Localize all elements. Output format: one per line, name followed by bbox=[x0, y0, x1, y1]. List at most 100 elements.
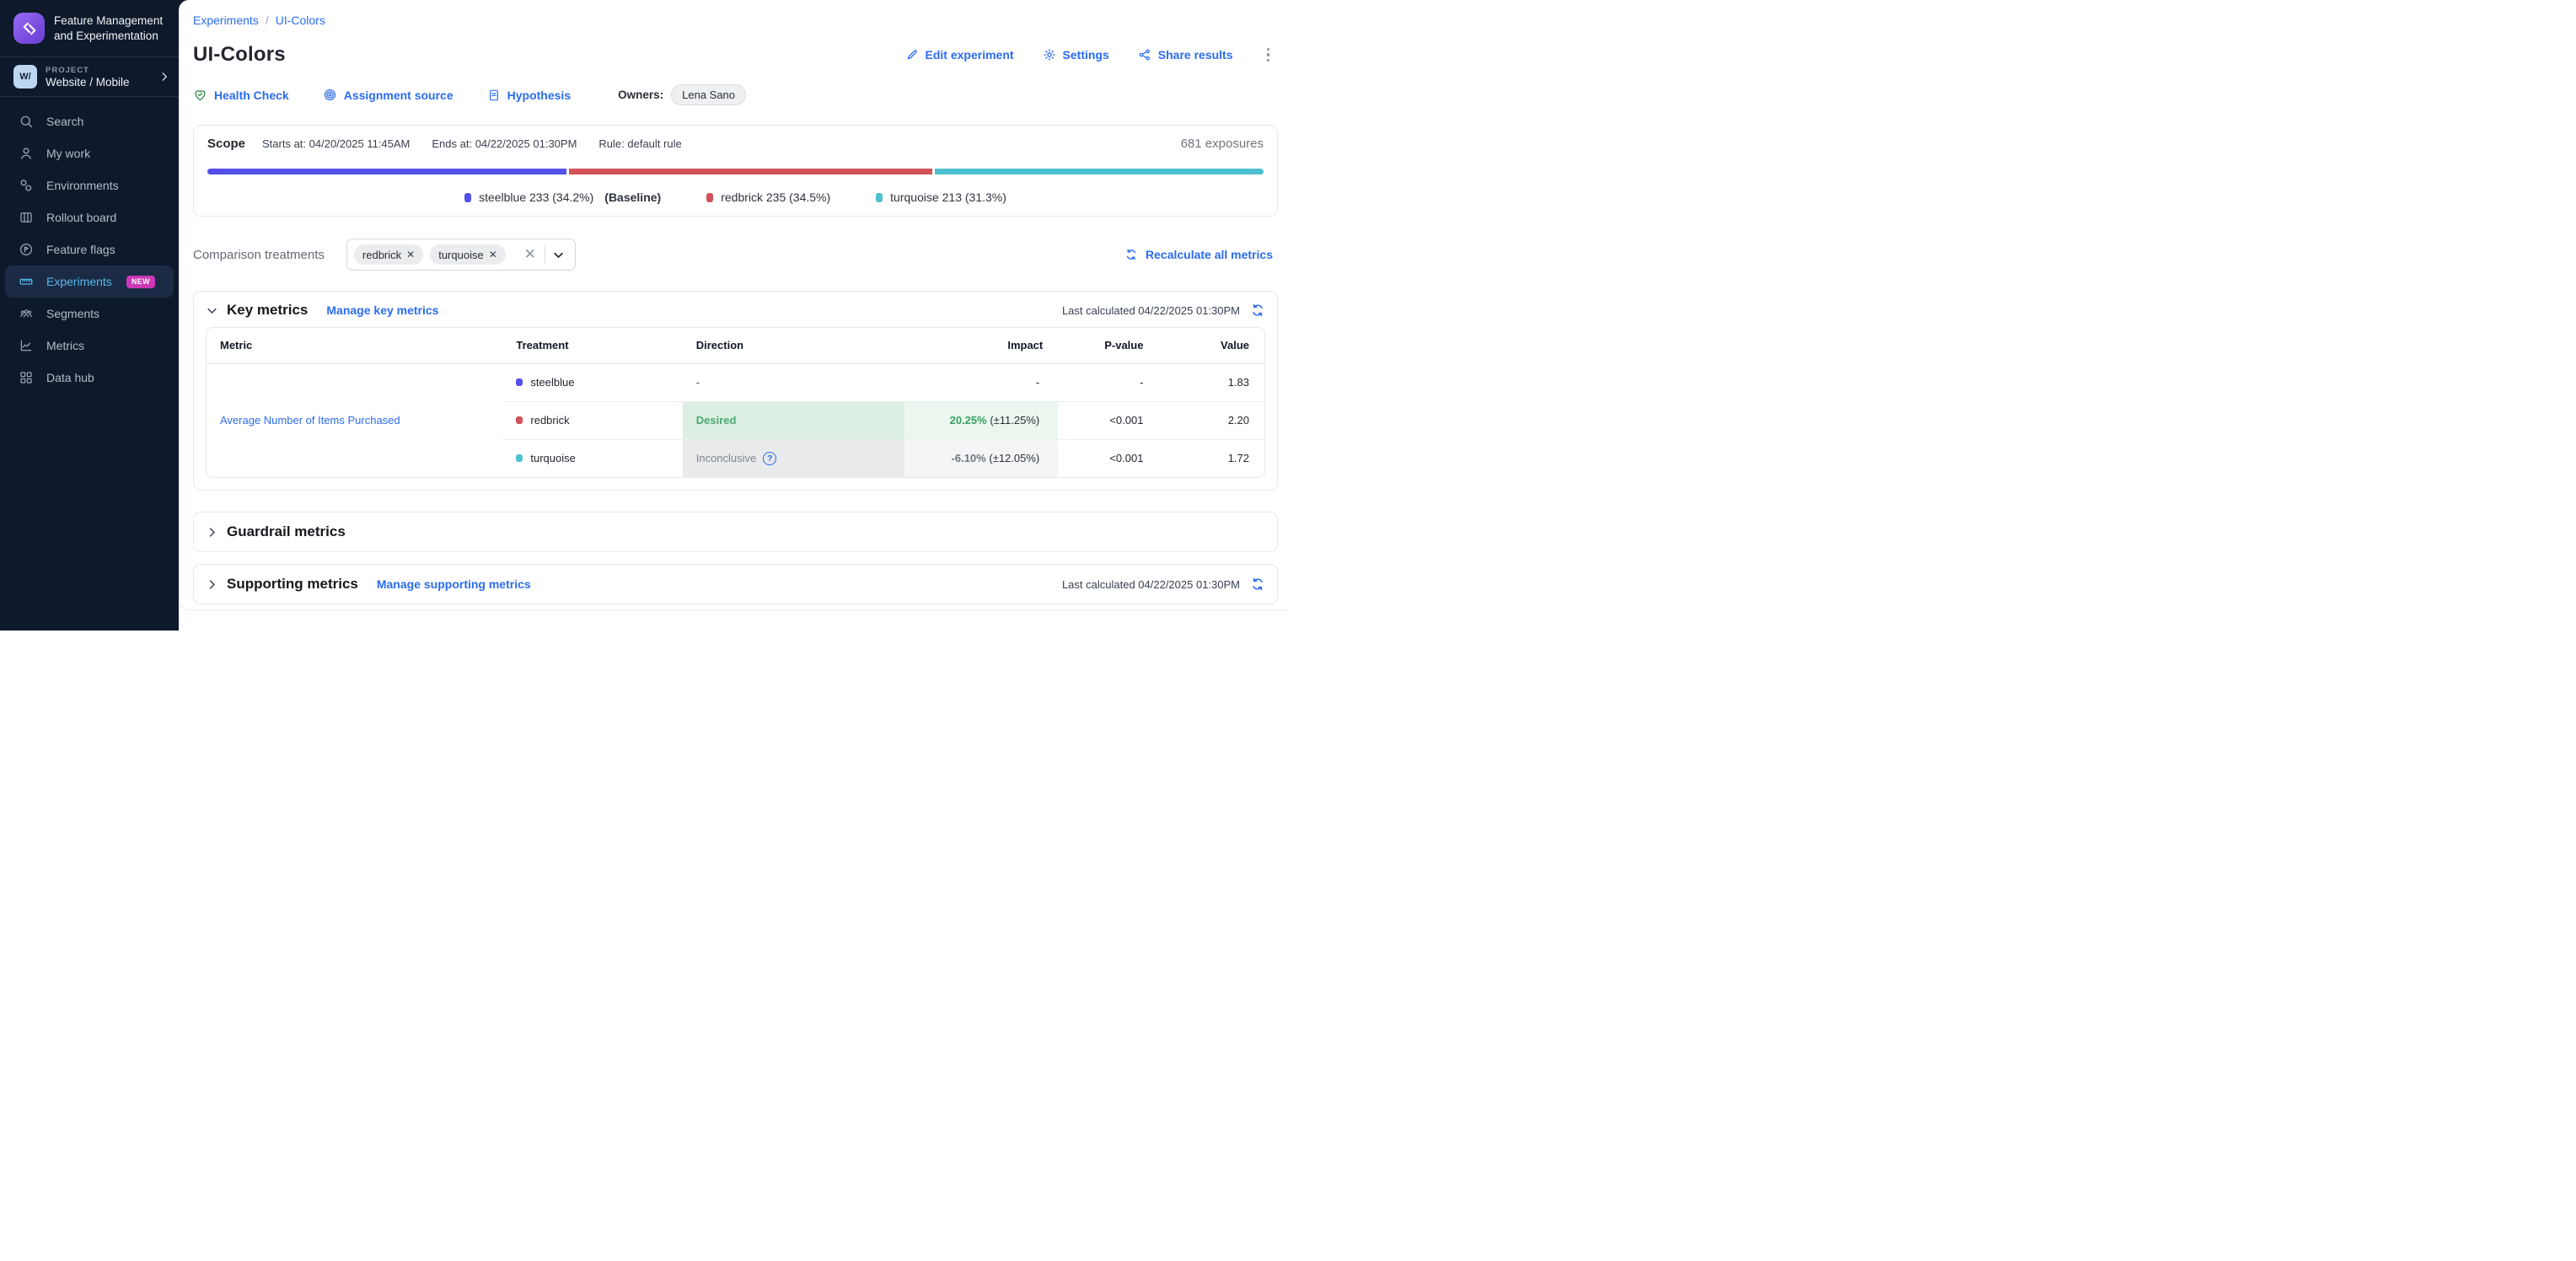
column-header-treatment: Treatment bbox=[502, 328, 682, 363]
sidebar-item-data-hub[interactable]: Data hub bbox=[5, 362, 174, 394]
collapse-key-metrics-icon[interactable] bbox=[206, 304, 218, 317]
page-title: UI-Colors bbox=[193, 43, 286, 67]
chevron-down-icon[interactable] bbox=[550, 249, 566, 261]
edit-experiment-button[interactable]: Edit experiment bbox=[905, 48, 1014, 62]
refresh-supporting-metrics-icon[interactable] bbox=[1250, 577, 1265, 592]
owners-label: Owners: bbox=[618, 89, 663, 101]
pencil-icon bbox=[905, 48, 919, 62]
metric-link[interactable]: Average Number of Items Purchased bbox=[220, 414, 400, 427]
remove-redbrick-icon[interactable]: ✕ bbox=[406, 250, 415, 260]
project-label: PROJECT bbox=[46, 66, 130, 75]
sidebar-item-label: Search bbox=[46, 115, 83, 128]
exposure-bar-segment-turquoise bbox=[935, 169, 1264, 174]
exposure-distribution-bar bbox=[207, 169, 1264, 174]
expand-supporting-metrics-icon[interactable] bbox=[206, 578, 218, 591]
direction-cell: - bbox=[683, 363, 905, 401]
key-metrics-title: Key metrics bbox=[227, 302, 308, 319]
sidebar-item-experiments[interactable]: Experiments NEW bbox=[5, 266, 174, 298]
project-name: Website / Mobile bbox=[46, 76, 130, 89]
sidebar-item-label: Feature flags bbox=[46, 243, 115, 256]
steelblue-swatch bbox=[464, 193, 471, 202]
supporting-metrics-last-calculated: Last calculated 04/22/2025 01:30PM bbox=[1062, 578, 1240, 591]
sidebar-item-label: Metrics bbox=[46, 339, 84, 352]
sidebar-item-segments[interactable]: Segments bbox=[5, 298, 174, 330]
chip-turquoise[interactable]: turquoise ✕ bbox=[430, 244, 506, 265]
exposure-bar-segment-redbrick bbox=[569, 169, 931, 174]
value-cell: 1.72 bbox=[1158, 439, 1264, 477]
legend-item-redbrick: redbrick 235 (34.5%) bbox=[706, 190, 830, 204]
more-options-button[interactable] bbox=[1262, 45, 1275, 66]
target-icon bbox=[323, 88, 337, 102]
impact-cell: 20.25% (±11.25%) bbox=[904, 401, 1058, 439]
refresh-key-metrics-icon[interactable] bbox=[1250, 303, 1265, 318]
exposure-bar-segment-steelblue bbox=[207, 169, 566, 174]
p-value-cell: - bbox=[1058, 363, 1158, 401]
project-switcher[interactable]: W/ PROJECT Website / Mobile bbox=[0, 57, 179, 96]
sidebar-menu: Search My work Environments Rollout boar… bbox=[0, 97, 179, 394]
header-actions: Edit experiment Settings Share results bbox=[905, 45, 1278, 66]
help-icon[interactable]: ? bbox=[763, 452, 776, 465]
sidebar: Feature Management and Experimentation W… bbox=[0, 0, 179, 630]
comparison-row: Comparison treatments redbrick ✕ turquoi… bbox=[193, 239, 1278, 271]
sidebar-item-metrics[interactable]: Metrics bbox=[5, 330, 174, 362]
column-header-value: Value bbox=[1158, 328, 1264, 363]
guardrail-metrics-title: Guardrail metrics bbox=[227, 523, 346, 540]
direction-cell: Inconclusive ? bbox=[683, 439, 905, 477]
breadcrumb-separator: / bbox=[266, 13, 269, 27]
direction-cell: Desired bbox=[683, 401, 905, 439]
settings-button[interactable]: Settings bbox=[1043, 48, 1109, 62]
people-icon bbox=[19, 306, 34, 321]
share-results-button[interactable]: Share results bbox=[1138, 48, 1233, 62]
owner-chip[interactable]: Lena Sano bbox=[671, 84, 746, 105]
app-logo-block[interactable]: Feature Management and Experimentation bbox=[0, 0, 179, 56]
sidebar-item-rollout-board[interactable]: Rollout board bbox=[5, 201, 174, 233]
expand-guardrail-metrics-icon[interactable] bbox=[206, 526, 218, 539]
scope-card: Scope Starts at: 04/20/2025 11:45AM Ends… bbox=[193, 125, 1278, 217]
document-icon bbox=[487, 89, 501, 102]
hypothesis-link[interactable]: Hypothesis bbox=[487, 89, 571, 102]
sidebar-item-label: Segments bbox=[46, 307, 99, 320]
metric-cell: Average Number of Items Purchased bbox=[207, 363, 502, 477]
sidebar-item-label: My work bbox=[46, 147, 90, 160]
refresh-icon bbox=[1124, 248, 1138, 261]
assignment-source-link[interactable]: Assignment source bbox=[323, 88, 453, 102]
app-title: Feature Management and Experimentation bbox=[54, 13, 163, 43]
exposure-legend: steelblue 233 (34.2%) (Baseline) redbric… bbox=[207, 190, 1264, 204]
experiment-meta-row: Health Check Assignment source Hypothesi… bbox=[193, 84, 1278, 105]
supporting-metrics-card: Supporting metrics Manage supporting met… bbox=[193, 564, 1278, 604]
guardrail-metrics-card: Guardrail metrics bbox=[193, 512, 1278, 552]
sidebar-item-label: Data hub bbox=[46, 371, 94, 384]
manage-key-metrics-link[interactable]: Manage key metrics bbox=[326, 303, 438, 317]
scope-title: Scope bbox=[207, 137, 245, 151]
exposures-count: 681 exposures bbox=[1181, 137, 1264, 151]
remove-turquoise-icon[interactable]: ✕ bbox=[489, 250, 497, 260]
chip-redbrick[interactable]: redbrick ✕ bbox=[354, 244, 423, 265]
impact-cell: -6.10% (±12.05%) bbox=[904, 439, 1058, 477]
clear-selection-icon[interactable]: ✕ bbox=[518, 246, 543, 263]
flag-circle-icon bbox=[19, 242, 34, 257]
manage-supporting-metrics-link[interactable]: Manage supporting metrics bbox=[377, 577, 531, 591]
sidebar-item-my-work[interactable]: My work bbox=[5, 137, 174, 169]
recalculate-all-metrics-button[interactable]: Recalculate all metrics bbox=[1124, 248, 1278, 261]
sidebar-item-environments[interactable]: Environments bbox=[5, 169, 174, 201]
turquoise-swatch bbox=[516, 454, 523, 462]
comparison-treatments-select[interactable]: redbrick ✕ turquoise ✕ ✕ bbox=[346, 239, 576, 271]
supporting-metrics-title: Supporting metrics bbox=[227, 576, 358, 593]
search-icon bbox=[19, 114, 34, 129]
breadcrumb-current-link[interactable]: UI-Colors bbox=[276, 13, 325, 27]
ruler-icon bbox=[19, 274, 34, 289]
column-header-impact: Impact bbox=[904, 328, 1058, 363]
value-cell: 2.20 bbox=[1158, 401, 1264, 439]
breadcrumb-experiments-link[interactable]: Experiments bbox=[193, 13, 259, 27]
share-icon bbox=[1138, 48, 1151, 62]
health-check-link[interactable]: Health Check bbox=[193, 88, 289, 102]
user-icon bbox=[19, 146, 34, 161]
legend-item-turquoise: turquoise 213 (31.3%) bbox=[876, 190, 1006, 204]
baseline-tag: (Baseline) bbox=[604, 190, 661, 204]
value-cell: 1.83 bbox=[1158, 363, 1264, 401]
sidebar-item-feature-flags[interactable]: Feature flags bbox=[5, 233, 174, 266]
table-row-steelblue: Average Number of Items Purchased steelb… bbox=[207, 363, 1264, 401]
sidebar-item-search[interactable]: Search bbox=[5, 105, 174, 137]
key-metrics-last-calculated: Last calculated 04/22/2025 01:30PM bbox=[1062, 304, 1240, 317]
comparison-treatments-label: Comparison treatments bbox=[193, 248, 325, 262]
